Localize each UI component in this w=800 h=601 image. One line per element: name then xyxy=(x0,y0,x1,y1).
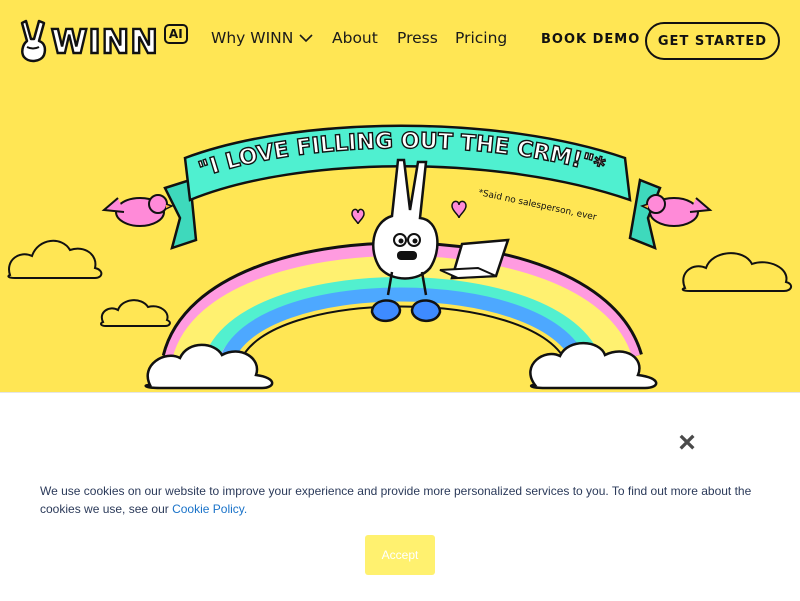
hero-illustration: "I LOVE FILLING OUT THE CRM!"* *Said no … xyxy=(7,124,792,390)
bird-right-icon xyxy=(640,194,713,227)
cookie-message-text: We use cookies on our website to improve… xyxy=(40,484,752,516)
peace-hand-icon xyxy=(20,19,47,63)
bird-left-icon xyxy=(101,194,174,227)
close-icon[interactable]: × xyxy=(675,428,699,458)
nav-pricing[interactable]: Pricing xyxy=(455,29,507,47)
cloud-outline-left xyxy=(7,240,103,279)
book-demo-link[interactable]: BOOK DEMO xyxy=(541,32,640,47)
cookie-banner: × We use cookies on our website to impro… xyxy=(0,392,800,601)
nav-press[interactable]: Press xyxy=(397,29,438,47)
cloud-outline-small xyxy=(100,299,171,327)
chevron-down-icon xyxy=(299,34,313,43)
banner-footnote: *Said no salesperson, ever xyxy=(477,188,597,223)
nav-why-winn-label: Why WINN xyxy=(211,29,294,47)
rainbow xyxy=(161,241,643,373)
top-navigation: WINN AI Why WINN About Press Pricing BOO… xyxy=(0,0,800,82)
cookie-message: We use cookies on our website to improve… xyxy=(40,482,760,518)
nav-why-winn[interactable]: Why WINN xyxy=(211,29,313,47)
cloud-outline-right xyxy=(681,252,792,292)
heart-left-icon xyxy=(351,208,365,225)
hero-section: WINN AI Why WINN About Press Pricing BOO… xyxy=(0,0,800,392)
get-started-button[interactable]: GET STARTED xyxy=(645,22,780,60)
nav-about[interactable]: About xyxy=(332,29,378,47)
heart-right-icon xyxy=(451,200,467,219)
ai-badge: AI xyxy=(163,24,188,44)
logo-wordmark: WINN xyxy=(50,20,159,61)
winn-logo[interactable]: WINN AI xyxy=(19,19,188,63)
accept-button[interactable]: Accept xyxy=(365,535,435,575)
cookie-policy-link[interactable]: Cookie Policy. xyxy=(172,502,247,516)
